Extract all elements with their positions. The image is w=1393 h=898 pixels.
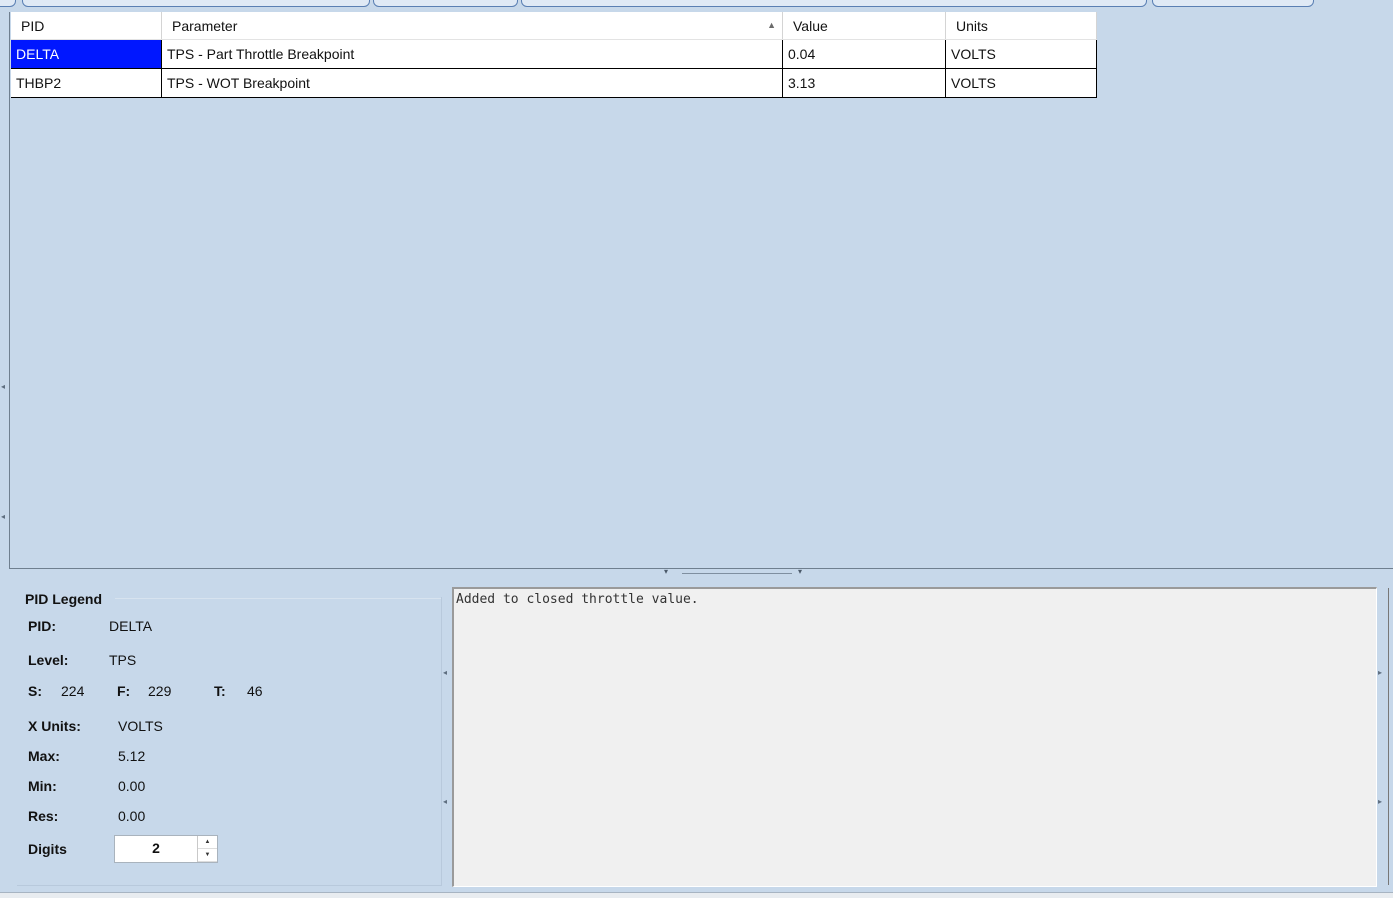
tab-fragment[interactable] (373, 0, 518, 7)
s-label: S: (28, 683, 42, 699)
cell-pid[interactable]: THBP2 (11, 68, 162, 98)
horizontal-splitter[interactable]: ▾ ▾ (664, 567, 810, 578)
collapse-left-icon[interactable]: ◂ (1, 382, 5, 391)
min-label: Min: (28, 778, 57, 794)
level-label: Level: (28, 652, 69, 668)
pid-label: PID: (28, 618, 56, 634)
tab-strip (0, 0, 1393, 7)
column-header-parameter-label: Parameter (172, 17, 238, 34)
t-value: 46 (247, 683, 263, 699)
tab-fragment[interactable] (521, 0, 1147, 7)
xunits-label: X Units: (28, 718, 81, 734)
column-header-pid[interactable]: PID (11, 12, 162, 40)
table-row[interactable]: DELTA TPS - Part Throttle Breakpoint 0.0… (11, 39, 1097, 69)
cell-units[interactable]: VOLTS (945, 68, 1097, 98)
cell-parameter[interactable]: TPS - Part Throttle Breakpoint (161, 39, 783, 69)
splitter-arrows-icon: ▾ (664, 567, 669, 576)
legend-divider (115, 598, 441, 599)
collapse-left-icon[interactable]: ◂ (443, 668, 447, 677)
collapse-left-icon[interactable]: ◂ (1, 512, 5, 521)
res-value: 0.00 (118, 808, 146, 824)
description-text: Added to closed throttle value. (456, 592, 699, 607)
digits-stepper[interactable]: 2 ▲ ▼ (114, 835, 218, 863)
f-value: 229 (148, 683, 172, 699)
digits-label: Digits (28, 841, 67, 857)
tab-fragment[interactable] (1152, 0, 1314, 7)
max-value: 5.12 (118, 748, 146, 764)
xunits-value: VOLTS (118, 718, 163, 734)
sort-ascending-icon: ▲ (767, 20, 776, 30)
cell-value[interactable]: 0.04 (782, 39, 946, 69)
legend-title: PID Legend (25, 591, 103, 607)
column-header-parameter[interactable]: Parameter ▲ (161, 12, 783, 40)
digits-value[interactable]: 2 (115, 840, 197, 856)
digits-spin-buttons: ▲ ▼ (197, 836, 217, 862)
cell-units[interactable]: VOLTS (945, 39, 1097, 69)
s-value: 224 (61, 683, 85, 699)
t-label: T: (214, 683, 226, 699)
cell-value[interactable]: 3.13 (782, 68, 946, 98)
expand-right-icon[interactable]: ▸ (1378, 797, 1382, 806)
level-value: TPS (109, 652, 137, 668)
min-value: 0.00 (118, 778, 146, 794)
tab-fragment[interactable] (22, 0, 370, 7)
pid-table: PID Parameter ▲ Value Units DELTA TPS - … (11, 12, 1097, 98)
splitter-grip (682, 573, 792, 576)
table-header-row: PID Parameter ▲ Value Units (11, 12, 1097, 40)
splitter-arrows-icon: ▾ (798, 567, 803, 576)
collapse-left-icon[interactable]: ◂ (443, 797, 447, 806)
description-textbox[interactable]: Added to closed throttle value. (452, 587, 1377, 887)
max-label: Max: (28, 748, 60, 764)
column-header-value[interactable]: Value (782, 12, 946, 40)
expand-right-icon[interactable]: ▸ (1378, 668, 1382, 677)
pid-grid-panel: PID Parameter ▲ Value Units DELTA TPS - … (9, 12, 1393, 569)
right-panel-edge (1388, 588, 1393, 885)
status-bar (0, 892, 1393, 898)
pid-legend-panel: PID Legend PID: DELTA Level: TPS S: 224 … (17, 591, 442, 886)
column-header-units[interactable]: Units (945, 12, 1097, 40)
cell-pid[interactable]: DELTA (11, 39, 162, 69)
table-row[interactable]: THBP2 TPS - WOT Breakpoint 3.13 VOLTS (11, 68, 1097, 98)
tab-fragment[interactable] (0, 0, 16, 7)
spin-down-icon[interactable]: ▼ (198, 849, 217, 862)
pid-value: DELTA (109, 618, 153, 634)
f-label: F: (117, 683, 131, 699)
cell-parameter[interactable]: TPS - WOT Breakpoint (161, 68, 783, 98)
spin-up-icon[interactable]: ▲ (198, 836, 217, 849)
res-label: Res: (28, 808, 59, 824)
